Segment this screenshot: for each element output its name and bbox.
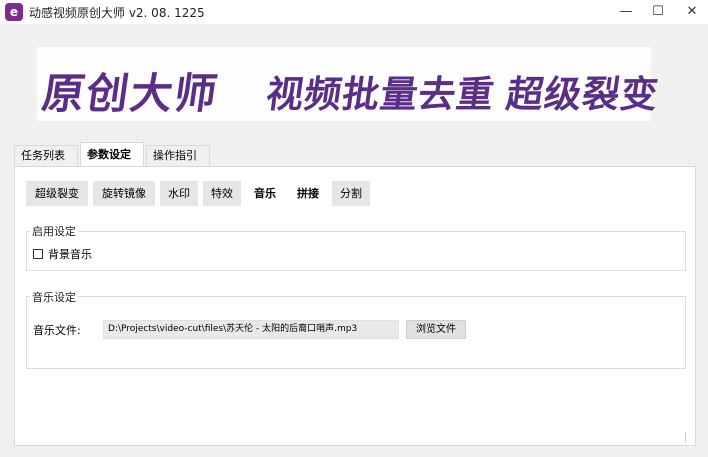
- browse-file-button[interactable]: 浏览文件: [406, 320, 466, 339]
- banner-slogan-2: 超级裂变: [503, 73, 662, 116]
- app-logo-icon: e: [5, 3, 23, 21]
- background-music-label[interactable]: 背景音乐: [48, 246, 92, 262]
- subtab-split[interactable]: 分割: [332, 181, 370, 206]
- enable-settings-group: [26, 231, 686, 271]
- tab-operation-guide[interactable]: 操作指引: [146, 145, 210, 166]
- subtab-effects[interactable]: 特效: [203, 181, 241, 206]
- enable-settings-title: 启用设定: [30, 223, 78, 239]
- tab-task-list[interactable]: 任务列表: [14, 145, 78, 166]
- close-button[interactable]: ✕: [675, 0, 708, 24]
- window-title: 动感视频原创大师 v2. 08. 1225: [29, 6, 205, 20]
- banner-slogan-1: 视频批量去重: [263, 73, 498, 116]
- subtab-rotate-mirror[interactable]: 旋转镜像: [93, 181, 155, 206]
- subtab-music[interactable]: 音乐: [246, 181, 284, 206]
- maximize-button[interactable]: ☐: [641, 0, 675, 24]
- minimize-button[interactable]: —: [609, 0, 643, 24]
- subtab-super-fission[interactable]: 超级裂变: [26, 181, 88, 206]
- tab-parameter-settings[interactable]: 参数设定: [80, 142, 144, 167]
- subtab-watermark[interactable]: 水印: [160, 181, 198, 206]
- title-bar: e 动感视频原创大师 v2. 08. 1225 — ☐ ✕: [0, 0, 708, 24]
- music-file-path-field[interactable]: D:\Projects\video-cut\files\苏天伦 - 太阳的后裔口…: [103, 320, 399, 339]
- banner: 原创大师 视频批量去重 超级裂变: [37, 47, 662, 121]
- background-music-checkbox[interactable]: [33, 249, 43, 259]
- music-settings-title: 音乐设定: [30, 289, 78, 305]
- subtab-splice[interactable]: 拼接: [289, 181, 327, 206]
- music-file-label: 音乐文件:: [33, 324, 81, 337]
- banner-title: 原创大师: [39, 69, 223, 118]
- panel-edge-marker: [685, 432, 686, 442]
